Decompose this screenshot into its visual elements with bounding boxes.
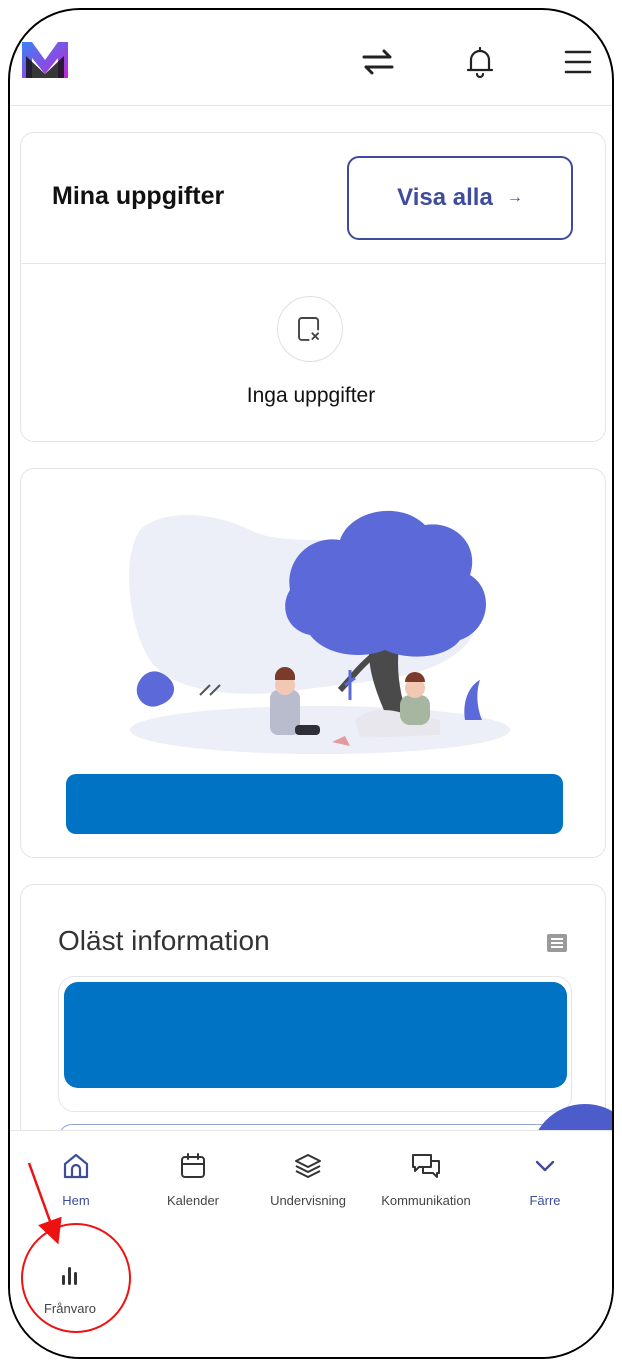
- annotation-arrow: [27, 1162, 62, 1245]
- annotation-circle: [21, 1223, 131, 1333]
